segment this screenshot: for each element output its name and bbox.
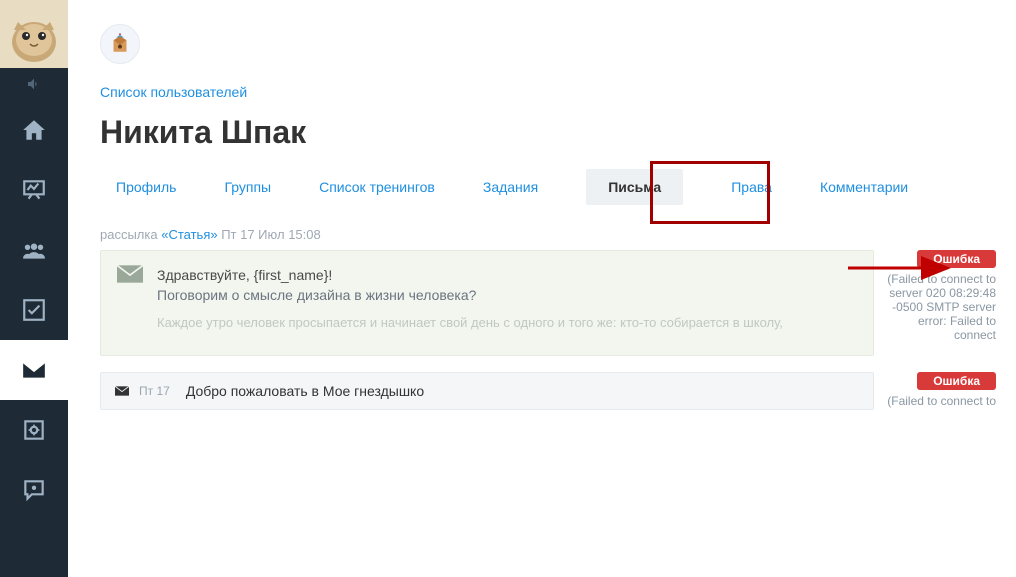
home-icon[interactable]	[0, 100, 68, 160]
error-text: (Failed to connect to	[886, 394, 996, 408]
breadcrumb[interactable]: Список пользователей	[100, 84, 247, 100]
letter-subject: Добро пожаловать в Мое гнездышко	[186, 383, 424, 399]
status-column: Ошибка (Failed to connect to	[886, 372, 996, 408]
main-content: Список пользователей Никита Шпак Профиль…	[68, 0, 1016, 577]
tab-letters[interactable]: Письма	[586, 169, 683, 205]
checkbox-icon[interactable]	[0, 280, 68, 340]
letter-row: Пт 17 Добро пожаловать в Мое гнездышко О…	[100, 372, 996, 410]
status-column: Ошибка (Failed to connect to server 020 …	[886, 250, 996, 342]
tab-tasks[interactable]: Задания	[483, 173, 538, 201]
mail-icon[interactable]	[0, 340, 68, 400]
sidebar	[0, 0, 68, 577]
users-icon[interactable]	[0, 220, 68, 280]
envelope-icon	[115, 383, 129, 399]
letter-subject: Здравствуйте, {first_name}!	[157, 267, 855, 283]
letter-body-preview: Каждое утро человек просыпается и начина…	[157, 315, 855, 330]
user-avatar-badge[interactable]	[100, 24, 140, 64]
error-badge: Ошибка	[917, 372, 996, 390]
tab-groups[interactable]: Группы	[224, 173, 271, 201]
mailing-meta: рассылка «Статья» Пт 17 Июл 15:08	[100, 227, 996, 242]
presentation-icon[interactable]	[0, 160, 68, 220]
tab-trainings[interactable]: Список тренингов	[319, 173, 435, 201]
avatar[interactable]	[0, 0, 68, 68]
mailing-timestamp: Пт 17 Июл 15:08	[218, 227, 321, 242]
envelope-icon	[117, 265, 143, 286]
error-badge: Ошибка	[917, 250, 996, 268]
safe-icon[interactable]	[0, 400, 68, 460]
mailing-prefix: рассылка	[100, 227, 161, 242]
letter-card[interactable]: Здравствуйте, {first_name}! Поговорим о …	[100, 250, 874, 356]
letter-card-collapsed[interactable]: Пт 17 Добро пожаловать в Мое гнездышко	[100, 372, 874, 410]
chat-icon[interactable]	[0, 460, 68, 520]
tabs-row: Профиль Группы Список тренингов Задания …	[100, 169, 996, 205]
tab-comments[interactable]: Комментарии	[820, 173, 908, 201]
page-title: Никита Шпак	[100, 114, 996, 151]
letter-date: Пт 17	[139, 384, 170, 398]
letter-question: Поговорим о смысле дизайна в жизни челов…	[157, 287, 855, 303]
tab-rights[interactable]: Права	[731, 173, 772, 201]
tab-profile[interactable]: Профиль	[116, 173, 176, 201]
sound-icon[interactable]	[0, 68, 68, 100]
error-text: (Failed to connect to server 020 08:29:4…	[886, 272, 996, 342]
mailing-link[interactable]: «Статья»	[161, 227, 217, 242]
letter-row: Здравствуйте, {first_name}! Поговорим о …	[100, 250, 996, 356]
